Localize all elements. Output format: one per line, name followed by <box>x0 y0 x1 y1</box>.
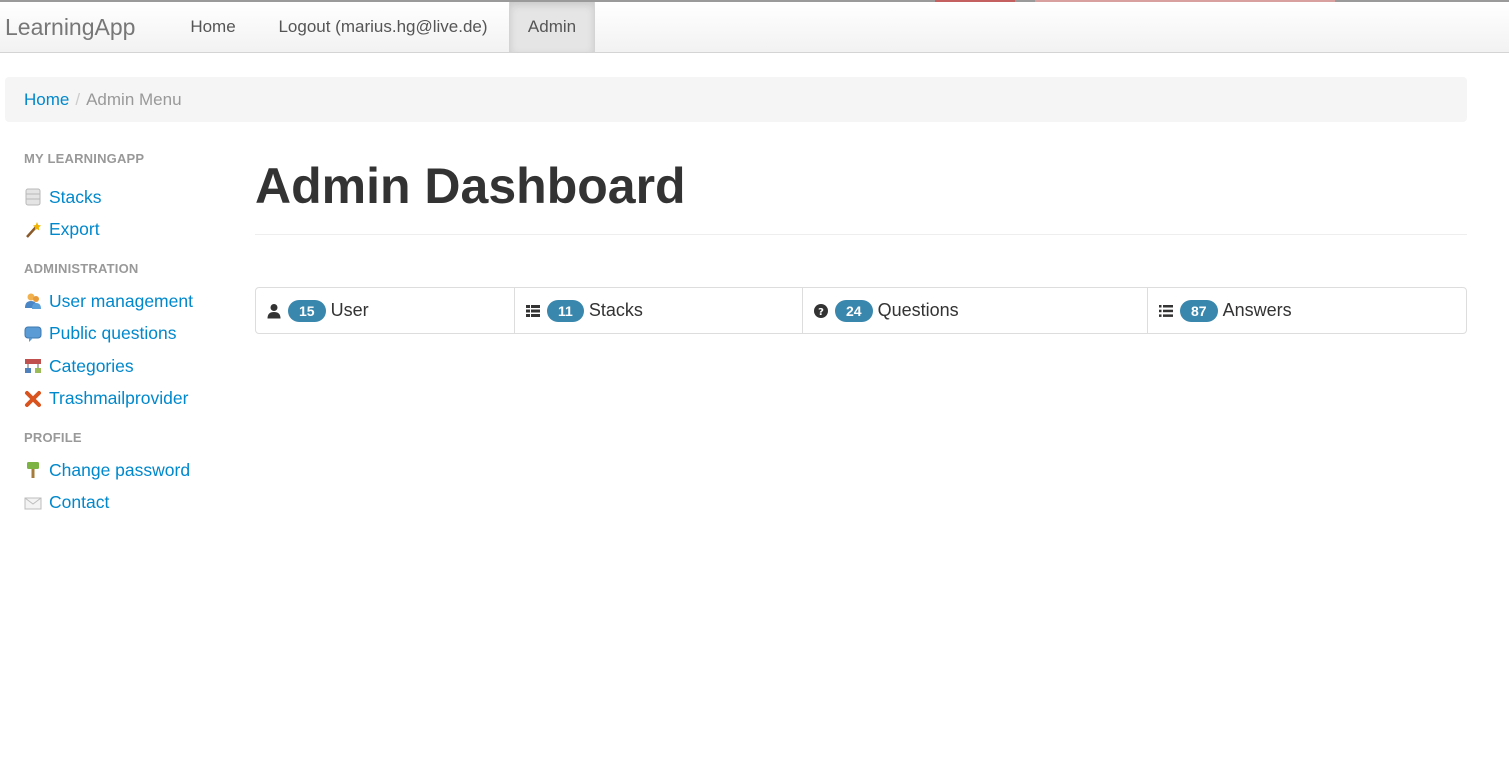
count-badge: 87 <box>1180 299 1218 322</box>
sidebar-item-export[interactable]: Export <box>24 214 224 247</box>
breadcrumb-home-link[interactable]: Home <box>24 90 69 109</box>
sidebar-item-label: Categories <box>49 355 134 376</box>
sidebar-item-trashmailprovider[interactable]: Trashmailprovider <box>24 383 224 416</box>
stat-label: Answers <box>1222 300 1292 320</box>
sidebar-item-label: Stacks <box>49 186 102 207</box>
count-badge: 11 <box>547 299 584 322</box>
users-icon <box>25 293 41 310</box>
stat-cell-questions: ? 24 Questions <box>802 288 1147 333</box>
stat-label: Questions <box>877 300 959 320</box>
nav-logout-link[interactable]: Logout (marius.hg@live.de) <box>258 2 508 52</box>
cross-icon <box>25 390 41 407</box>
sidebar-item-label: Public questions <box>49 323 177 344</box>
sitemap-icon <box>25 359 41 374</box>
question-sign-icon: ? <box>814 303 828 318</box>
stats-table: 15 User 11 Stacks ? 24 Questions 87 Answ… <box>255 287 1467 334</box>
sidebar-item-label: Trashmailprovider <box>49 388 189 409</box>
sidebar: MY LEARNINGAPP Stacks Export ADMINISTRAT… <box>24 150 224 519</box>
sidebar-item-categories[interactable]: Categories <box>24 350 224 383</box>
title-divider <box>255 234 1467 235</box>
list-icon <box>1159 304 1173 317</box>
envelope-icon <box>24 497 42 510</box>
stat-cell-stacks: 11 Stacks <box>514 288 802 333</box>
stat-cell-answers: 87 Answers <box>1147 288 1466 333</box>
th-list-icon <box>526 304 540 317</box>
nav-admin-link[interactable]: Admin <box>509 2 595 52</box>
comment-icon <box>24 326 42 342</box>
count-badge: 24 <box>835 299 873 322</box>
magic-wand-icon <box>26 221 41 238</box>
sidebar-header-profile: PROFILE <box>24 430 82 445</box>
sidebar-item-change-password[interactable]: Change password <box>24 454 224 487</box>
breadcrumb-separator: / <box>75 90 81 109</box>
sidebar-item-stacks[interactable]: Stacks <box>24 181 224 214</box>
breadcrumb: Home / Admin Menu <box>5 77 1467 122</box>
sidebar-item-contact[interactable]: Contact <box>24 487 224 520</box>
brand-logo-link[interactable]: LearningApp <box>5 14 135 41</box>
user-icon <box>267 303 281 318</box>
sidebar-item-label: Export <box>49 219 100 240</box>
sidebar-item-label: Change password <box>49 459 191 480</box>
sidebar-item-label: Contact <box>49 492 110 513</box>
breadcrumb-current: Admin Menu <box>86 90 182 109</box>
sidebar-header-administration: ADMINISTRATION <box>24 261 139 276</box>
stat-label: User <box>330 300 369 320</box>
stat-cell-user: 15 User <box>256 288 514 333</box>
sidebar-item-label: User management <box>49 290 193 311</box>
sidebar-header-my-learningapp: MY LEARNINGAPP <box>24 151 145 166</box>
nav-home-link[interactable]: Home <box>174 2 252 52</box>
database-icon <box>25 188 41 206</box>
key-icon <box>27 462 39 479</box>
sidebar-item-public-questions[interactable]: Public questions <box>24 318 224 351</box>
stat-label: Stacks <box>588 300 643 320</box>
top-navbar: LearningApp Home Logout (marius.hg@live.… <box>0 2 1509 53</box>
sidebar-item-user-management[interactable]: User management <box>24 285 224 318</box>
page-title: Admin Dashboard <box>255 158 686 214</box>
svg-text:?: ? <box>818 307 824 318</box>
count-badge: 15 <box>288 299 326 322</box>
